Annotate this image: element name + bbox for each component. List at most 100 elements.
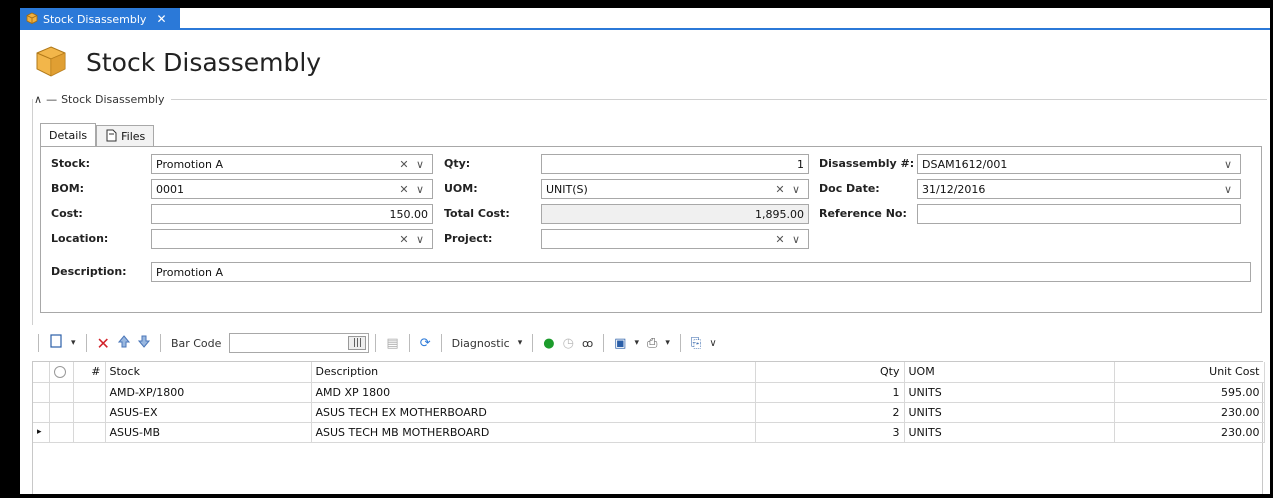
radio-icon[interactable] <box>53 366 66 379</box>
diagnostic-button[interactable]: Diagnostic <box>452 337 510 350</box>
qty-input[interactable]: 1 <box>541 154 809 174</box>
select-all-header[interactable] <box>49 362 74 383</box>
uom-cell[interactable]: UNITS <box>904 422 1115 443</box>
description-cell[interactable]: ASUS TECH EX MOTHERBOARD <box>311 402 756 423</box>
clear-icon[interactable]: ✕ <box>396 158 412 171</box>
page-header: Stock Disassembly <box>34 38 321 86</box>
stock-cell[interactable]: AMD-XP/1800 <box>105 382 312 403</box>
row-select-cell[interactable] <box>49 422 74 443</box>
project-combo[interactable]: ✕ ∨ <box>541 229 809 249</box>
qty-cell[interactable]: 3 <box>755 422 905 443</box>
chevron-down-icon[interactable]: ▾ <box>71 338 76 348</box>
cost-label: Cost: <box>51 207 83 220</box>
row-num-cell <box>73 402 106 423</box>
cost-input[interactable]: 150.00 <box>151 204 433 224</box>
dropdown-icon[interactable]: ∨ <box>1220 183 1236 196</box>
table-row[interactable]: ▸ ASUS-MB ASUS TECH MB MOTHERBOARD 3 UNI… <box>33 422 1265 443</box>
uom-cell[interactable]: UNITS <box>904 402 1115 423</box>
dropdown-icon[interactable]: ∨ <box>788 233 804 246</box>
binoculars-icon[interactable]: ꝏ <box>582 337 593 350</box>
tab-details[interactable]: Details <box>40 123 97 147</box>
clear-icon[interactable]: ✕ <box>396 183 412 196</box>
grid-view-icon[interactable]: ▤ <box>386 336 398 351</box>
column-header-stock[interactable]: Stock <box>105 362 312 383</box>
stock-label: Stock: <box>51 157 90 170</box>
row-select-cell[interactable] <box>49 382 74 403</box>
dropdown-icon[interactable]: ∨ <box>412 233 428 246</box>
row-select-cell[interactable] <box>49 402 74 423</box>
description-cell[interactable]: ASUS TECH MB MOTHERBOARD <box>311 422 756 443</box>
disassembly-no-combo[interactable]: DSAM1612/001 ∨ <box>917 154 1241 174</box>
table-row[interactable]: ASUS-EX ASUS TECH EX MOTHERBOARD 2 UNITS… <box>33 402 1265 423</box>
dropdown-icon[interactable]: ∨ <box>412 158 428 171</box>
barcode-icon[interactable]: ||| <box>348 336 367 350</box>
print-icon[interactable]: ⎙ <box>647 336 657 351</box>
clear-icon[interactable]: ✕ <box>396 233 412 246</box>
detail-tabs: Details Files <box>40 123 155 147</box>
description-cell[interactable]: AMD XP 1800 <box>311 382 756 403</box>
grid-header-row: # Stock Description Qty UOM Unit Cost <box>33 362 1265 383</box>
stock-cell[interactable]: ASUS-EX <box>105 402 312 423</box>
document-tab-stock-disassembly[interactable]: Stock Disassembly ✕ <box>20 8 180 30</box>
refresh-icon[interactable]: ⟳ <box>420 336 431 351</box>
description-input[interactable]: Promotion A <box>151 262 1251 282</box>
group-legend[interactable]: ∧ — Stock Disassembly <box>34 93 171 106</box>
column-header-description[interactable]: Description <box>311 362 756 383</box>
clear-icon[interactable]: ✕ <box>772 183 788 196</box>
qty-cell[interactable]: 1 <box>755 382 905 403</box>
bom-label: BOM: <box>51 182 85 195</box>
current-row-indicator-icon: ▸ <box>33 422 50 443</box>
row-indicator <box>33 382 50 403</box>
delete-icon[interactable]: ✕ <box>97 334 110 353</box>
clock-icon[interactable]: ◷ <box>563 336 574 351</box>
unit-cost-cell[interactable]: 230.00 <box>1114 402 1265 423</box>
dropdown-icon[interactable]: ∨ <box>412 183 428 196</box>
bom-combo[interactable]: 0001 ✕ ∨ <box>151 179 433 199</box>
dropdown-icon[interactable]: ∨ <box>1220 158 1236 171</box>
column-header-unit-cost[interactable]: Unit Cost <box>1114 362 1265 383</box>
description-value: Promotion A <box>156 265 223 279</box>
qty-cell[interactable]: 2 <box>755 402 905 423</box>
close-icon[interactable]: ✕ <box>156 12 166 26</box>
doc-date-label: Doc Date: <box>819 182 880 195</box>
qty-value: 1 <box>797 157 804 171</box>
move-down-icon[interactable] <box>137 335 151 352</box>
chevron-down-icon[interactable]: ∨ <box>709 338 716 349</box>
column-header-num[interactable]: # <box>73 362 106 383</box>
document-tab-label: Stock Disassembly <box>43 12 147 26</box>
chevron-down-icon[interactable]: ▾ <box>665 338 670 348</box>
uom-combo[interactable]: UNIT(S) ✕ ∨ <box>541 179 809 199</box>
toolbar-separator <box>679 334 681 352</box>
row-indicator-header <box>33 362 50 383</box>
location-combo[interactable]: ✕ ∨ <box>151 229 433 249</box>
table-row[interactable]: AMD-XP/1800 AMD XP 1800 1 UNITS 595.00 <box>33 382 1265 403</box>
items-table: # Stock Description Qty UOM Unit Cost AM… <box>33 362 1265 443</box>
go-icon[interactable]: ● <box>543 336 554 351</box>
save-icon[interactable]: ▣ <box>614 336 626 351</box>
chevron-down-icon[interactable]: ▾ <box>634 338 639 348</box>
new-row-icon[interactable] <box>49 334 63 352</box>
clear-icon[interactable]: ✕ <box>772 233 788 246</box>
collapse-chevron-icon[interactable]: ∧ <box>34 93 42 106</box>
column-header-uom[interactable]: UOM <box>904 362 1115 383</box>
doc-date-picker[interactable]: 31/12/2016 ∨ <box>917 179 1241 199</box>
unit-cost-cell[interactable]: 595.00 <box>1114 382 1265 403</box>
stock-combo[interactable]: Promotion A ✕ ∨ <box>151 154 433 174</box>
tab-files[interactable]: Files <box>96 125 155 147</box>
uom-cell[interactable]: UNITS <box>904 382 1115 403</box>
items-grid: # Stock Description Qty UOM Unit Cost AM… <box>32 361 1265 494</box>
document-tabstrip: Stock Disassembly ✕ <box>20 8 1270 30</box>
report-icon[interactable]: ⎘ <box>691 336 701 351</box>
bar-code-input[interactable]: ||| <box>229 333 370 353</box>
move-up-icon[interactable] <box>117 334 131 352</box>
toolbar-separator <box>408 334 410 352</box>
unit-cost-cell[interactable]: 230.00 <box>1114 422 1265 443</box>
app-window: Stock Disassembly ✕ Stock Disassembly ∧ … <box>20 8 1270 494</box>
disassembly-no-value: DSAM1612/001 <box>922 157 1008 171</box>
dropdown-icon[interactable]: ∨ <box>788 183 804 196</box>
reference-no-input[interactable] <box>917 204 1241 224</box>
page-title: Stock Disassembly <box>86 47 322 77</box>
stock-cell[interactable]: ASUS-MB <box>105 422 312 443</box>
column-header-qty[interactable]: Qty <box>755 362 905 383</box>
chevron-down-icon[interactable]: ▾ <box>518 338 523 348</box>
